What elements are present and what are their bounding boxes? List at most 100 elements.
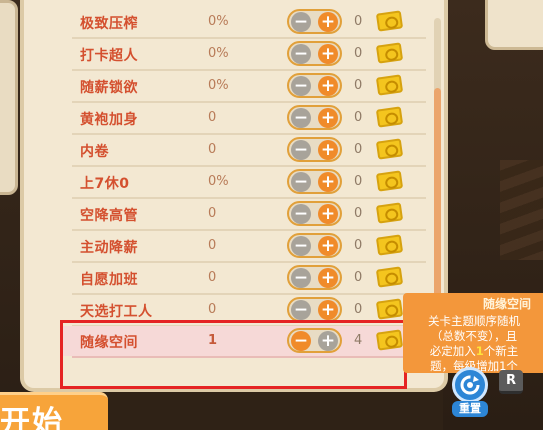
theme-stepper: − + — [287, 41, 342, 66]
plus-icon[interactable]: + — [318, 44, 338, 64]
start-button[interactable]: 开始 — [0, 392, 108, 430]
minus-icon[interactable]: − — [291, 44, 311, 64]
theme-value: 0% — [208, 14, 229, 29]
theme-count: 0 — [354, 302, 363, 317]
theme-count: 0 — [354, 206, 363, 221]
plus-icon[interactable]: + — [318, 140, 338, 160]
theme-count: 0 — [354, 46, 363, 61]
theme-stepper: − + — [287, 297, 342, 322]
theme-name: 天选打工人 — [80, 304, 153, 320]
theme-count: 0 — [354, 238, 363, 253]
plus-icon[interactable]: + — [318, 172, 338, 192]
minus-icon[interactable]: − — [291, 268, 311, 288]
ticket-icon — [375, 170, 404, 192]
tooltip-text: 个新主 — [483, 344, 519, 358]
minus-icon[interactable]: − — [291, 108, 311, 128]
minus-icon[interactable]: − — [291, 172, 311, 192]
plus-icon[interactable]: + — [318, 268, 338, 288]
tooltip-body: 关卡主题顺序随机 （总数不变），且 必定加入1个新主 题，每级增加1个 — [411, 314, 537, 373]
ticket-icon — [375, 202, 404, 224]
background-corner-panel — [485, 0, 543, 50]
theme-row: 上7休0 0% − + 0 — [62, 167, 434, 199]
minus-icon[interactable]: − — [291, 236, 311, 256]
theme-value: 0 — [208, 142, 217, 157]
ticket-icon — [375, 74, 404, 96]
minus-icon[interactable]: − — [291, 76, 311, 96]
theme-row: 打卡超人 0% − + 0 — [62, 39, 434, 71]
theme-row: 内卷 0 − + 0 — [62, 135, 434, 167]
theme-row: 天选打工人 0 − + 0 — [62, 295, 434, 327]
theme-value: 0 — [208, 238, 217, 253]
ticket-icon — [375, 42, 404, 64]
theme-row: 自愿加班 0 − + 0 — [62, 263, 434, 295]
theme-name: 极致压榨 — [80, 16, 138, 32]
tooltip-line: 关卡主题顺序随机 — [428, 314, 520, 328]
ticket-icon — [375, 266, 404, 288]
minus-icon[interactable]: − — [291, 300, 311, 320]
theme-stepper: − + — [287, 169, 342, 194]
minus-icon[interactable]: − — [291, 140, 311, 160]
ticket-icon — [375, 138, 404, 160]
theme-value: 0 — [208, 302, 217, 317]
theme-name: 自愿加班 — [80, 272, 138, 288]
reroll-button[interactable] — [452, 367, 488, 403]
theme-stepper: − + — [287, 137, 342, 162]
minus-icon[interactable]: − — [291, 331, 311, 351]
theme-count: 0 — [354, 270, 363, 285]
hotkey-badge: R — [499, 370, 523, 394]
start-label: 开始 — [0, 405, 64, 430]
theme-row: 极致压榨 0% − + 0 — [62, 7, 434, 39]
theme-stepper: − + — [287, 265, 342, 290]
ticket-icon — [375, 329, 404, 351]
plus-icon[interactable]: + — [318, 236, 338, 256]
tooltip-line: 必定加入1个新主 — [411, 344, 537, 359]
theme-value: 0% — [208, 78, 229, 93]
theme-stepper: − + — [287, 233, 342, 258]
theme-stepper: − + — [287, 9, 342, 34]
minus-icon[interactable]: − — [291, 12, 311, 32]
plus-icon[interactable]: + — [318, 76, 338, 96]
theme-value: 1 — [208, 333, 218, 348]
theme-name: 上7休0 — [80, 176, 130, 192]
theme-name: 黄袍加身 — [80, 112, 138, 128]
theme-value: 0% — [208, 174, 229, 189]
tooltip-line: （总数不变），且 — [430, 329, 518, 343]
ticket-icon — [375, 10, 404, 32]
theme-value: 0 — [208, 110, 217, 125]
theme-stepper: − + — [287, 73, 342, 98]
ticket-icon — [375, 298, 404, 320]
ticket-icon — [375, 106, 404, 128]
theme-row-selected[interactable]: 随缘空间 1 − + 4 — [62, 326, 434, 358]
theme-count: 0 — [354, 78, 363, 93]
theme-row: 随薪锁欲 0% − + 0 — [62, 71, 434, 103]
minus-icon[interactable]: − — [291, 204, 311, 224]
theme-name: 随缘空间 — [80, 335, 138, 351]
theme-count: 0 — [354, 174, 363, 189]
reroll-label: 重置 — [452, 401, 488, 417]
plus-icon[interactable]: + — [318, 204, 338, 224]
theme-row: 黄袍加身 0 − + 0 — [62, 103, 434, 135]
theme-value: 0 — [208, 206, 217, 221]
plus-icon[interactable]: + — [318, 331, 338, 351]
theme-name: 空降高管 — [80, 208, 138, 224]
row-divider — [72, 356, 426, 358]
background-side-panel — [0, 0, 18, 195]
theme-name: 主动降薪 — [80, 240, 138, 256]
theme-stepper: − + — [287, 328, 342, 353]
tooltip-title: 随缘空间 — [482, 297, 531, 311]
theme-row: 空降高管 0 − + 0 — [62, 199, 434, 231]
theme-stepper: − + — [287, 201, 342, 226]
plus-icon[interactable]: + — [318, 12, 338, 32]
theme-count: 0 — [354, 110, 363, 125]
theme-value: 0% — [208, 46, 229, 61]
theme-name: 随薪锁欲 — [80, 80, 138, 96]
plus-icon[interactable]: + — [318, 300, 338, 320]
background-decoration — [500, 160, 543, 260]
theme-count: 0 — [354, 142, 363, 157]
scrollbar-thumb[interactable] — [434, 88, 441, 298]
tooltip-highlight: 1 — [475, 344, 484, 358]
plus-icon[interactable]: + — [318, 108, 338, 128]
theme-name: 内卷 — [80, 144, 109, 160]
theme-tooltip: 随缘空间 关卡主题顺序随机 （总数不变），且 必定加入1个新主 题，每级增加1个 — [403, 293, 543, 373]
theme-count: 0 — [354, 14, 363, 29]
